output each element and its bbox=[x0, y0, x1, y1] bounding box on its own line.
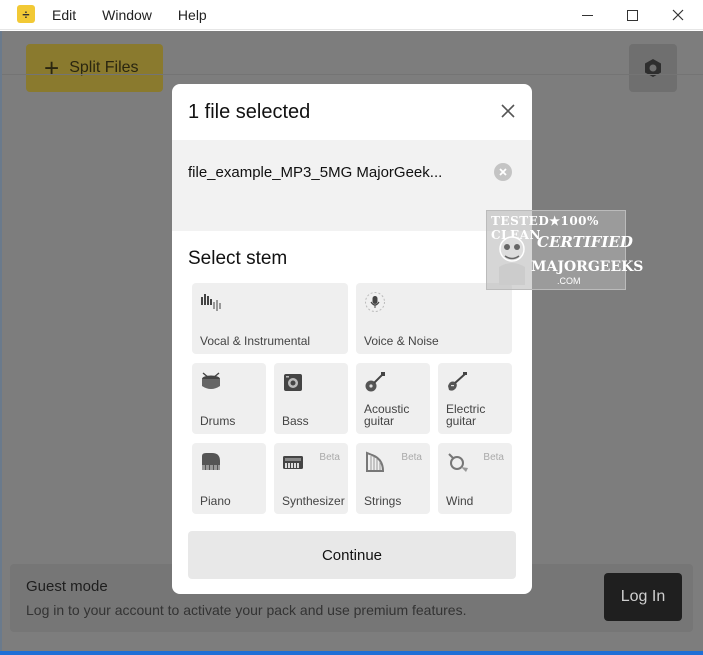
select-stem-dialog: 1 file selected file_example_MP3_5MG Maj… bbox=[172, 84, 532, 594]
minimize-button[interactable] bbox=[564, 0, 610, 30]
harp-icon bbox=[366, 451, 385, 472]
stem-option-bass[interactable]: Bass bbox=[274, 363, 348, 434]
synthesizer-icon bbox=[283, 456, 303, 469]
title-bar: ÷ Edit Window Help bbox=[0, 0, 703, 30]
stem-option-strings[interactable]: Beta Strings bbox=[356, 443, 430, 514]
dialog-close-button[interactable] bbox=[498, 102, 518, 122]
stem-label: Synthesizer bbox=[282, 494, 345, 508]
remove-icon bbox=[499, 168, 507, 176]
stem-label: Voice & Noise bbox=[364, 334, 439, 348]
select-stem-heading: Select stem bbox=[188, 248, 288, 269]
remove-file-button[interactable] bbox=[494, 163, 512, 181]
menu-bar: Edit Window Help bbox=[52, 7, 233, 23]
stem-label: Vocal & Instrumental bbox=[200, 334, 311, 348]
stem-label: Acoustic guitar bbox=[364, 402, 410, 428]
watermark-line-2: CERTIFIED bbox=[537, 233, 633, 251]
stem-label: Electric guitar bbox=[446, 402, 486, 428]
header-divider bbox=[0, 74, 703, 75]
stem-label: Drums bbox=[200, 414, 236, 428]
electric-guitar-icon bbox=[448, 372, 467, 391]
menu-edit[interactable]: Edit bbox=[52, 7, 76, 23]
close-icon bbox=[501, 104, 515, 118]
horn-icon bbox=[448, 453, 468, 472]
mascot-icon bbox=[499, 236, 525, 285]
close-window-button[interactable] bbox=[655, 0, 701, 30]
vocal-instrumental-icon bbox=[201, 294, 221, 311]
beta-badge: Beta bbox=[319, 452, 340, 463]
close-icon bbox=[672, 9, 684, 21]
continue-button[interactable]: Continue bbox=[188, 531, 516, 579]
stem-option-electric-guitar[interactable]: Electric guitar bbox=[438, 363, 512, 434]
selected-file-area: file_example_MP3_5MG MajorGeek... bbox=[172, 140, 532, 231]
stem-label: Strings bbox=[364, 494, 402, 508]
watermark-line-3: MAJORGEEKS bbox=[531, 259, 644, 275]
beta-badge: Beta bbox=[483, 452, 504, 463]
minimize-icon bbox=[581, 14, 593, 16]
app-logo-icon[interactable]: ÷ bbox=[17, 5, 35, 23]
voice-noise-icon bbox=[365, 292, 385, 312]
stem-option-piano[interactable]: Piano bbox=[192, 443, 266, 514]
menu-window[interactable]: Window bbox=[102, 7, 152, 23]
watermark-line-4: .COM bbox=[557, 276, 581, 286]
dialog-title: 1 file selected bbox=[188, 101, 311, 123]
guest-mode-description: Log in to your account to activate your … bbox=[26, 602, 467, 618]
window-left-edge bbox=[0, 31, 2, 651]
bass-icon bbox=[284, 374, 302, 391]
stem-label: Wind bbox=[446, 494, 474, 508]
guest-mode-title: Guest mode bbox=[26, 578, 108, 595]
stem-option-vocal-instrumental[interactable]: Vocal & Instrumental bbox=[192, 283, 348, 354]
maximize-icon bbox=[626, 9, 638, 21]
stem-option-wind[interactable]: Beta Wind bbox=[438, 443, 512, 514]
stem-option-voice-noise[interactable]: Voice & Noise bbox=[356, 283, 512, 354]
split-files-button[interactable]: + Split Files bbox=[26, 44, 163, 92]
settings-button[interactable] bbox=[629, 44, 677, 92]
maximize-button[interactable] bbox=[609, 0, 655, 30]
majorgeeks-watermark: TESTED★100% CLEAN CERTIFIED MAJORGEEKS .… bbox=[486, 210, 643, 290]
gear-icon bbox=[645, 59, 661, 77]
stem-option-drums[interactable]: Drums bbox=[192, 363, 266, 434]
stem-label: Bass bbox=[282, 414, 309, 428]
drum-icon bbox=[202, 372, 220, 389]
log-in-button[interactable]: Log In bbox=[604, 573, 682, 621]
taskbar-edge bbox=[0, 651, 703, 655]
selected-file-name: file_example_MP3_5MG MajorGeek... bbox=[188, 164, 443, 181]
menu-help[interactable]: Help bbox=[178, 7, 207, 23]
stem-option-acoustic-guitar[interactable]: Acoustic guitar bbox=[356, 363, 430, 434]
piano-icon bbox=[202, 453, 220, 470]
stem-option-synthesizer[interactable]: Beta Synthesizer bbox=[274, 443, 348, 514]
beta-badge: Beta bbox=[401, 452, 422, 463]
stem-label: Piano bbox=[200, 494, 231, 508]
acoustic-guitar-icon bbox=[365, 372, 385, 392]
plus-icon: + bbox=[44, 53, 60, 83]
